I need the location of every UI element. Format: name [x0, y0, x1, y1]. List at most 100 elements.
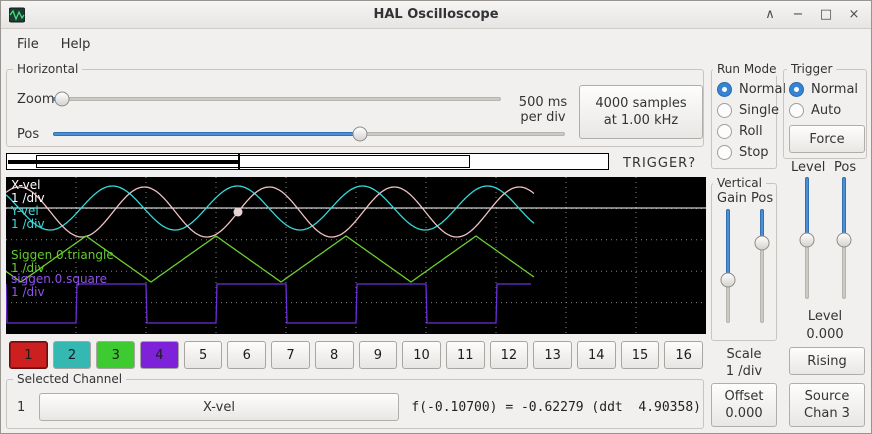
- run-mode-option-normal[interactable]: Normal: [717, 79, 786, 100]
- trigger-edge-button[interactable]: Rising: [789, 347, 865, 375]
- samples-button[interactable]: 4000 samples at 1.00 kHz: [579, 85, 703, 139]
- run-mode-option-roll[interactable]: Roll: [717, 121, 786, 142]
- titlebar: HAL Oscilloscope ∧ − □ ×: [1, 1, 871, 29]
- trigger-hint-label: TRIGGER?: [623, 156, 696, 171]
- offset-line1: Offset: [724, 388, 763, 405]
- channel-button-16[interactable]: 16: [664, 341, 703, 369]
- zoom-label: Zoom: [17, 92, 54, 107]
- trigger-mode-option-auto[interactable]: Auto: [789, 100, 858, 121]
- window-title: HAL Oscilloscope: [1, 7, 871, 22]
- slider-handle[interactable]: [54, 92, 69, 107]
- scope-channel-label-1: X-vel1 /div: [11, 179, 45, 205]
- menubar: FileHelp: [1, 30, 871, 58]
- source-line1: Source: [805, 388, 850, 405]
- channel-button-15[interactable]: 15: [621, 341, 660, 369]
- channel-button-2[interactable]: 2: [53, 341, 92, 369]
- horizontal-pos-slider[interactable]: [53, 126, 565, 142]
- trigger-mode-option-label: Normal: [811, 82, 858, 97]
- run-mode-group-label: Run Mode: [713, 62, 781, 76]
- trigger-level-value: 0.000: [783, 327, 867, 342]
- channel-button-7[interactable]: 7: [271, 341, 310, 369]
- run-mode-option-stop[interactable]: Stop: [717, 142, 786, 163]
- per-div-unit: per div: [512, 110, 574, 125]
- slider-fill: [842, 177, 846, 240]
- run-mode-option-label: Roll: [739, 124, 763, 139]
- vertical-pos-header: Pos: [751, 191, 773, 206]
- menu-file[interactable]: File: [7, 33, 49, 56]
- radio-unselected-icon: [717, 103, 732, 118]
- run-mode-option-single[interactable]: Single: [717, 100, 786, 121]
- samples-line1: 4000 samples: [595, 95, 686, 112]
- vertical-group-label: Vertical: [713, 176, 766, 190]
- channel-button-11[interactable]: 11: [446, 341, 485, 369]
- maximize-icon[interactable]: □: [819, 8, 833, 22]
- channel-button-5[interactable]: 5: [184, 341, 223, 369]
- scope-display: X-vel1 /divY-vel1 /divSiggen.0.triangle1…: [6, 177, 706, 334]
- trigger-options: Normal Auto: [789, 79, 858, 121]
- slider-handle[interactable]: [353, 127, 368, 142]
- scale-value: 1 /div: [711, 364, 777, 379]
- trigger-group-label: Trigger: [787, 62, 836, 76]
- trigger-pos-slider[interactable]: [836, 177, 852, 299]
- run-mode-option-label: Normal: [739, 82, 786, 97]
- slider-fill: [726, 209, 730, 280]
- pos-label: Pos: [17, 127, 39, 142]
- run-mode-option-label: Single: [739, 103, 779, 118]
- offset-line2: 0.000: [725, 405, 762, 422]
- channel-button-row: 12345678910111213141516: [9, 341, 703, 369]
- channel-value-readout: f(-0.10700) = -0.62279 (ddt 4.90358): [399, 400, 701, 415]
- window-controls: ∧ − □ ×: [763, 1, 861, 29]
- slider-handle[interactable]: [721, 272, 736, 287]
- channel-button-8[interactable]: 8: [315, 341, 354, 369]
- channel-button-13[interactable]: 13: [533, 341, 572, 369]
- radio-unselected-icon: [717, 145, 732, 160]
- selected-channel-number: 1: [17, 400, 25, 415]
- trigger-mode-option-label: Auto: [811, 103, 841, 118]
- slider-handle[interactable]: [755, 236, 770, 251]
- slider-fill: [53, 132, 360, 136]
- trigger-level-slider[interactable]: [799, 177, 815, 299]
- horizontal-group-label: Horizontal: [13, 62, 82, 76]
- menu-help[interactable]: Help: [51, 33, 101, 56]
- vertical-pos-slider[interactable]: [754, 209, 770, 323]
- zoom-slider[interactable]: [53, 91, 501, 107]
- minimize-icon[interactable]: −: [791, 8, 805, 22]
- slider-handle[interactable]: [800, 233, 815, 248]
- radio-selected-icon: [789, 82, 804, 97]
- slider-handle[interactable]: [837, 233, 852, 248]
- trigger-source-button[interactable]: Source Chan 3: [789, 383, 865, 427]
- gain-slider[interactable]: [720, 209, 736, 323]
- slider-fill: [805, 177, 809, 240]
- trigger-level-header: Level: [791, 160, 825, 175]
- per-div-value: 500 ms: [512, 95, 574, 110]
- channel-button-14[interactable]: 14: [577, 341, 616, 369]
- slider-trough: [53, 97, 501, 101]
- run-mode-options: Normal Single Roll Stop: [717, 79, 786, 163]
- run-mode-option-label: Stop: [739, 145, 769, 160]
- trigger-pos-header: Pos: [834, 160, 856, 175]
- close-icon[interactable]: ×: [847, 8, 861, 22]
- trigger-mode-option-normal[interactable]: Normal: [789, 79, 858, 100]
- radio-selected-icon: [717, 82, 732, 97]
- channel-button-6[interactable]: 6: [227, 341, 266, 369]
- channel-button-3[interactable]: 3: [96, 341, 135, 369]
- force-button[interactable]: Force: [789, 125, 865, 153]
- scope-channel-label-2: Y-vel1 /div: [11, 205, 45, 231]
- channel-button-10[interactable]: 10: [402, 341, 441, 369]
- radio-unselected-icon: [717, 124, 732, 139]
- channel-button-1[interactable]: 1: [9, 341, 48, 369]
- trigger-position-tick[interactable]: [238, 154, 240, 169]
- offset-button[interactable]: Offset 0.000: [711, 383, 777, 427]
- shade-icon[interactable]: ∧: [763, 8, 777, 22]
- radio-unselected-icon: [789, 103, 804, 118]
- channel-button-12[interactable]: 12: [490, 341, 529, 369]
- selected-channel-name-button[interactable]: X-vel: [39, 393, 399, 421]
- record-position-bar: [6, 153, 609, 170]
- selected-channel-group-label: Selected Channel: [13, 372, 126, 386]
- channel-button-4[interactable]: 4: [140, 341, 179, 369]
- samples-line2: at 1.00 kHz: [604, 112, 678, 129]
- main-window: HAL Oscilloscope ∧ − □ × FileHelp Horizo…: [0, 0, 872, 434]
- gain-header: Gain: [717, 191, 747, 206]
- scope-channel-label-4: siggen.0.square1 /div: [11, 273, 107, 299]
- channel-button-9[interactable]: 9: [359, 341, 398, 369]
